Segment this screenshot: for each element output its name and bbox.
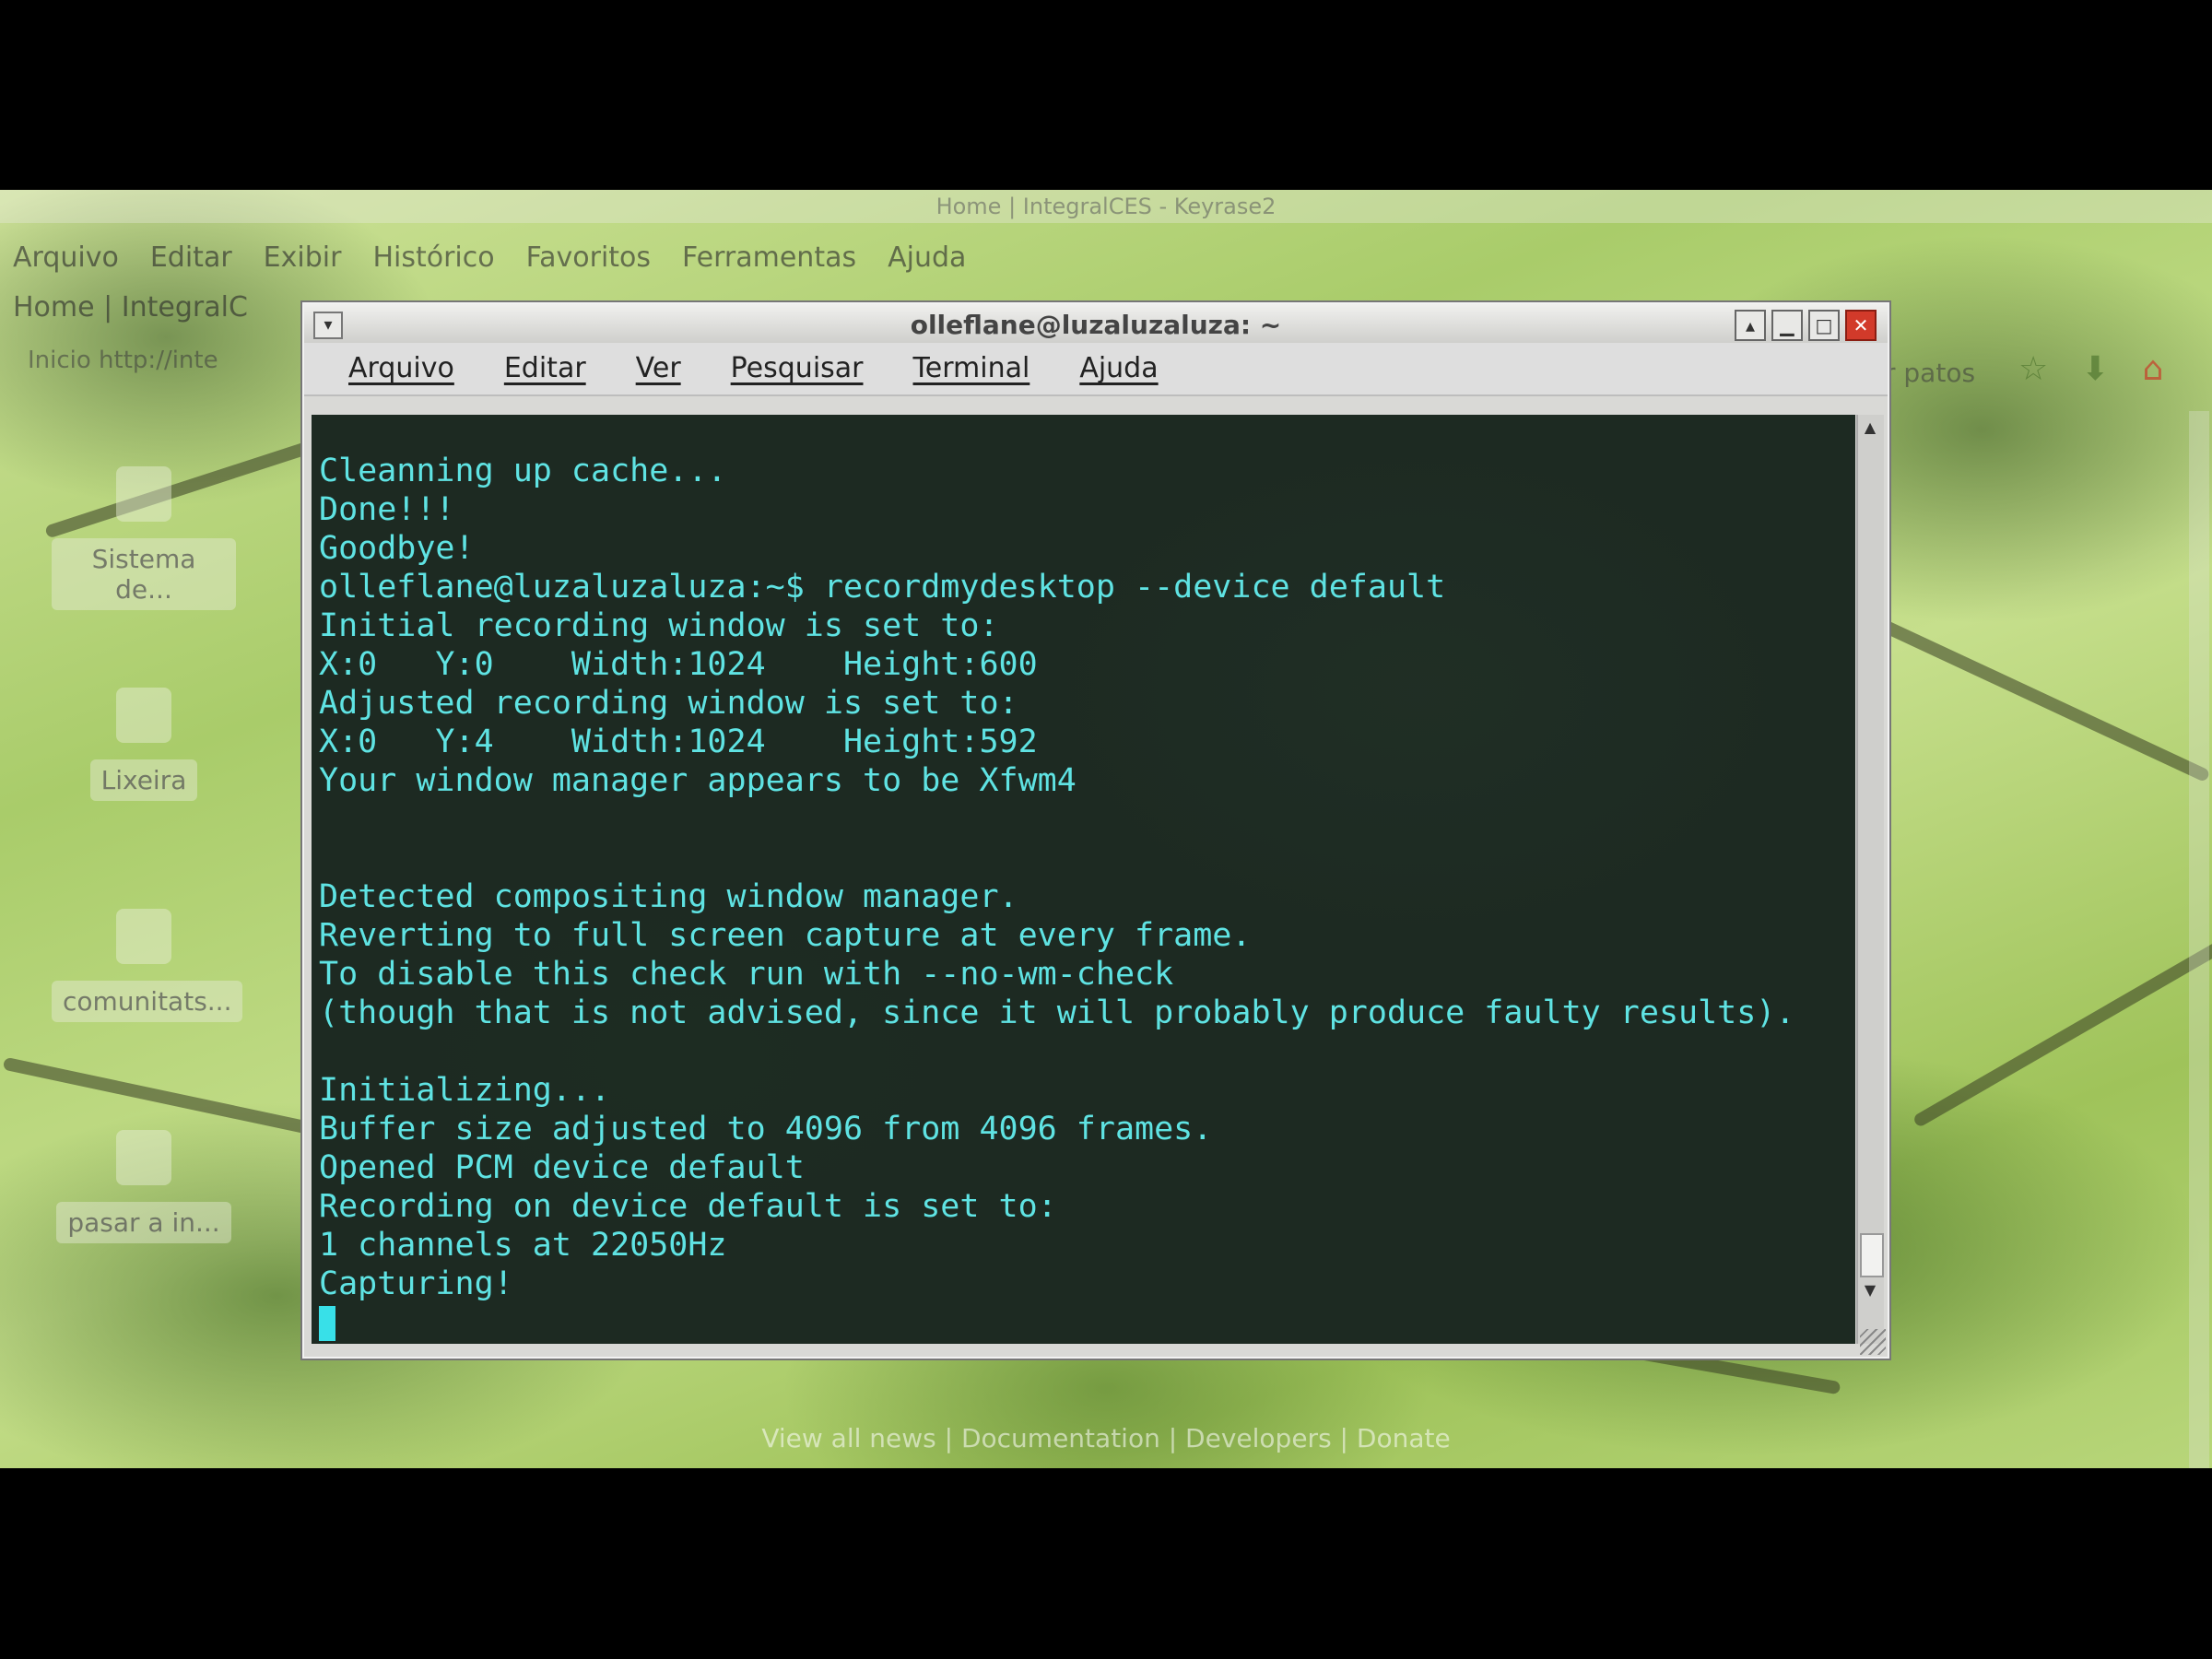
desktop-icon-comunitats[interactable]: comunitats... (52, 909, 243, 1022)
menu-terminal[interactable]: Terminal (913, 352, 1030, 384)
browser-menu-editar[interactable]: Editar (150, 241, 232, 274)
browser-titlebar: Home | IntegralCES - Keyrase2 (0, 190, 2212, 223)
terminal-prompt-line (319, 1303, 1794, 1342)
terminal-titlebar[interactable]: ▾ olleflane@luzaluzaluza: ~ ▴ ▁ □ ✕ (304, 304, 1888, 343)
shade-button[interactable]: ▴ (1735, 310, 1766, 341)
download-icon[interactable]: ⬇ (2081, 350, 2109, 388)
scroll-down-arrow-icon[interactable]: ▼ (1860, 1281, 1880, 1303)
terminal-line: Reverting to full screen capture at ever… (319, 917, 1252, 954)
terminal-window[interactable]: ▾ olleflane@luzaluzaluza: ~ ▴ ▁ □ ✕ Arqu… (302, 302, 1889, 1359)
system-icon (116, 466, 171, 522)
desktop-icon-label: comunitats... (52, 981, 243, 1022)
image-icon (116, 1130, 171, 1185)
browser-scrollbar[interactable] (2189, 411, 2209, 1468)
scroll-up-arrow-icon[interactable]: ▲ (1860, 418, 1880, 441)
image-icon (116, 909, 171, 964)
minimize-button[interactable]: ▁ (1771, 310, 1803, 341)
terminal-line: Adjusted recording window is set to: (319, 685, 1018, 722)
terminal-line: 1 channels at 22050Hz (319, 1227, 727, 1264)
browser-address-bar[interactable]: Inicio http://inte (28, 347, 218, 374)
terminal-line: Your window manager appears to be Xfwm4 (319, 762, 1077, 799)
browser-menu-ajuda[interactable]: Ajuda (888, 241, 966, 274)
terminal-line: Initial recording window is set to: (319, 607, 999, 644)
browser-footer-links[interactable]: View all news | Documentation | Develope… (0, 1423, 2212, 1453)
terminal-line: Buffer size adjusted to 4096 from 4096 f… (319, 1111, 1213, 1147)
desktop-icon-system[interactable]: Sistema de... (52, 466, 236, 610)
terminal-scrollbar[interactable]: ▲ ▼ (1856, 415, 1884, 1344)
browser-search-field[interactable]: r patos (1885, 358, 1975, 388)
browser-menu-historico[interactable]: Histórico (372, 241, 494, 274)
window-controls: ▴ ▁ □ ✕ (1735, 310, 1877, 341)
terminal-line: Recording on device default is set to: (319, 1188, 1057, 1225)
desktop-icon-label: Lixeira (89, 759, 198, 801)
letterbox-top (0, 0, 2212, 190)
desktop-icon-trash[interactable]: Lixeira (52, 688, 236, 801)
terminal-line: Done!!! (319, 491, 455, 528)
menu-editar[interactable]: Editar (504, 352, 586, 384)
letterbox-bottom (0, 1468, 2212, 1659)
browser-menubar: Arquivo Editar Exibir Histórico Favorito… (13, 241, 966, 274)
scroll-thumb[interactable] (1860, 1233, 1884, 1277)
browser-window-title: Home | IntegralCES - Keyrase2 (935, 194, 1277, 219)
maximize-button[interactable]: □ (1808, 310, 1840, 341)
terminal-title: olleflane@luzaluzaluza: ~ (910, 310, 1282, 340)
terminal-line: Goodbye! (319, 530, 475, 567)
menu-arquivo[interactable]: Arquivo (348, 352, 454, 384)
tree-branch (1912, 923, 2212, 1129)
terminal-menubar: Arquivo Editar Ver Pesquisar Terminal Aj… (304, 343, 1888, 396)
browser-toolbar-icons: ☆ ⬇ ⌂ (2018, 350, 2163, 388)
trash-icon (116, 688, 171, 743)
terminal-line: X:0 Y:4 Width:1024 Height:592 (319, 724, 1038, 760)
menu-ajuda[interactable]: Ajuda (1079, 352, 1158, 384)
terminal-output[interactable]: Cleanning up cache... Done!!! Goodbye! olle… (312, 415, 1855, 1344)
browser-tab[interactable]: Home | IntegralC (13, 291, 248, 324)
home-icon[interactable]: ⌂ (2142, 350, 2163, 388)
terminal-line: Initializing... (319, 1072, 611, 1109)
resize-grip-icon[interactable] (1860, 1329, 1886, 1355)
close-button[interactable]: ✕ (1845, 310, 1877, 341)
terminal-line: (though that is not advised, since it wi… (319, 994, 1795, 1031)
terminal-text: Cleanning up cache... Done!!! Goodbye! olle… (319, 452, 1794, 1342)
bookmark-icon[interactable]: ☆ (2018, 350, 2048, 388)
browser-menu-exibir[interactable]: Exibir (264, 241, 342, 274)
terminal-line: X:0 Y:0 Width:1024 Height:600 (319, 646, 1038, 683)
browser-menu-ferramentas[interactable]: Ferramentas (682, 241, 856, 274)
menu-ver[interactable]: Ver (636, 352, 681, 384)
terminal-line: Detected compositing window manager. (319, 878, 1018, 915)
browser-menu-arquivo[interactable]: Arquivo (13, 241, 119, 274)
menu-pesquisar[interactable]: Pesquisar (731, 352, 864, 384)
terminal-line: Capturing! (319, 1265, 513, 1302)
terminal-line: Opened PCM device default (319, 1149, 805, 1186)
terminal-line: To disable this check run with --no-wm-c… (319, 956, 1174, 993)
text-cursor (319, 1306, 335, 1341)
desktop-icon-pasar[interactable]: pasar a in... (52, 1130, 236, 1243)
desktop-icon-label: Sistema de... (52, 538, 236, 610)
browser-menu-favoritos[interactable]: Favoritos (526, 241, 651, 274)
terminal-line: olleflane@luzaluzaluza:~$ recordmydeskto… (319, 569, 1446, 606)
desktop-icon-label: pasar a in... (56, 1202, 231, 1243)
terminal-line: Cleanning up cache... (319, 453, 727, 489)
